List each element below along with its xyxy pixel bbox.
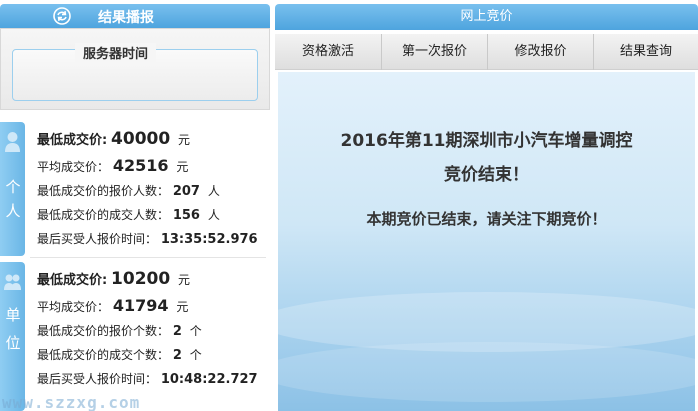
bidding-tabs: 资格激活 第一次报价 修改报价 结果查询 [275, 34, 698, 70]
online-bidding-panel: 网上竞价 资格激活 第一次报价 修改报价 结果查询 2016年第11期深圳市小汽… [275, 0, 698, 411]
personal-last-time-row: 最后买受人报价时间： 13:35:52.976 [37, 232, 258, 247]
unit-bidders-value: 2 [172, 324, 182, 339]
personal-min-price-row: 最低成交价: 40000 元 [37, 129, 191, 149]
personal-min-price-value: 40000 [111, 129, 171, 149]
unit-bidders-row: 最低成交价的报价个数： 2 个 [37, 324, 202, 339]
bidding-content-area: 2016年第11期深圳市小汽车增量调控 竞价结束！ 本期竞价已结束，请关注下期竞… [278, 72, 695, 411]
result-broadcast-header: 结果播报 [0, 4, 270, 28]
unit-deals-row: 最低成交价的成交个数： 2 个 [37, 348, 202, 363]
unit-min-price-row: 最低成交价: 10200 元 [37, 269, 191, 289]
person-icon [4, 130, 21, 154]
category-unit-tab: 单 位 [0, 262, 25, 411]
refresh-icon[interactable] [52, 6, 72, 26]
result-broadcast-panel: 结果播报 服务器时间 个 人 最低成交价: 40000 元 平均成交价： 425… [0, 0, 270, 411]
tab-result-query[interactable]: 结果查询 [594, 34, 698, 70]
personal-deals-value: 156 [172, 208, 200, 223]
unit-avg-price-row: 平均成交价： 41794 元 [37, 296, 189, 315]
personal-last-time-value: 13:35:52.976 [160, 232, 258, 247]
category-unit-char-1: 单 [5, 306, 21, 324]
category-personal-tab: 个 人 [0, 122, 25, 256]
unit-avg-price-value: 41794 [112, 296, 169, 315]
group-icon [4, 270, 21, 294]
stats-divider [30, 257, 266, 258]
personal-avg-price-value: 42516 [112, 156, 169, 175]
server-time-box: 服务器时间 [0, 28, 270, 110]
personal-avg-price-row: 平均成交价： 42516 元 [37, 156, 189, 175]
tab-modify-bid[interactable]: 修改报价 [488, 34, 594, 70]
bidding-ended-title: 2016年第11期深圳市小汽车增量调控 竞价结束！ [340, 131, 633, 185]
personal-bidders-value: 207 [172, 184, 200, 199]
personal-bidders-row: 最低成交价的报价人数： 207 人 [37, 184, 220, 199]
background-wave [278, 342, 695, 402]
category-personal-char-2: 人 [5, 202, 21, 220]
bidding-ended-subtitle: 本期竞价已结束，请关注下期竞价！ [366, 210, 607, 228]
tab-qualification-activation[interactable]: 资格激活 [275, 34, 382, 70]
personal-deals-row: 最低成交价的成交人数： 156 人 [37, 208, 220, 223]
category-unit-char-2: 位 [5, 334, 21, 352]
online-bidding-header: 网上竞价 [275, 4, 698, 30]
site-watermark: www.szzxg.com [2, 393, 141, 411]
tab-first-bid[interactable]: 第一次报价 [382, 34, 488, 70]
unit-min-price-value: 10200 [111, 269, 171, 289]
unit-last-time-row: 最后买受人报价时间： 10:48:22.727 [37, 372, 258, 387]
result-broadcast-title: 结果播报 [98, 10, 154, 26]
unit-last-time-value: 10:48:22.727 [160, 372, 258, 387]
unit-deals-value: 2 [172, 348, 182, 363]
server-time-label: 服务器时间 [75, 43, 157, 62]
category-personal-char-1: 个 [5, 178, 21, 196]
